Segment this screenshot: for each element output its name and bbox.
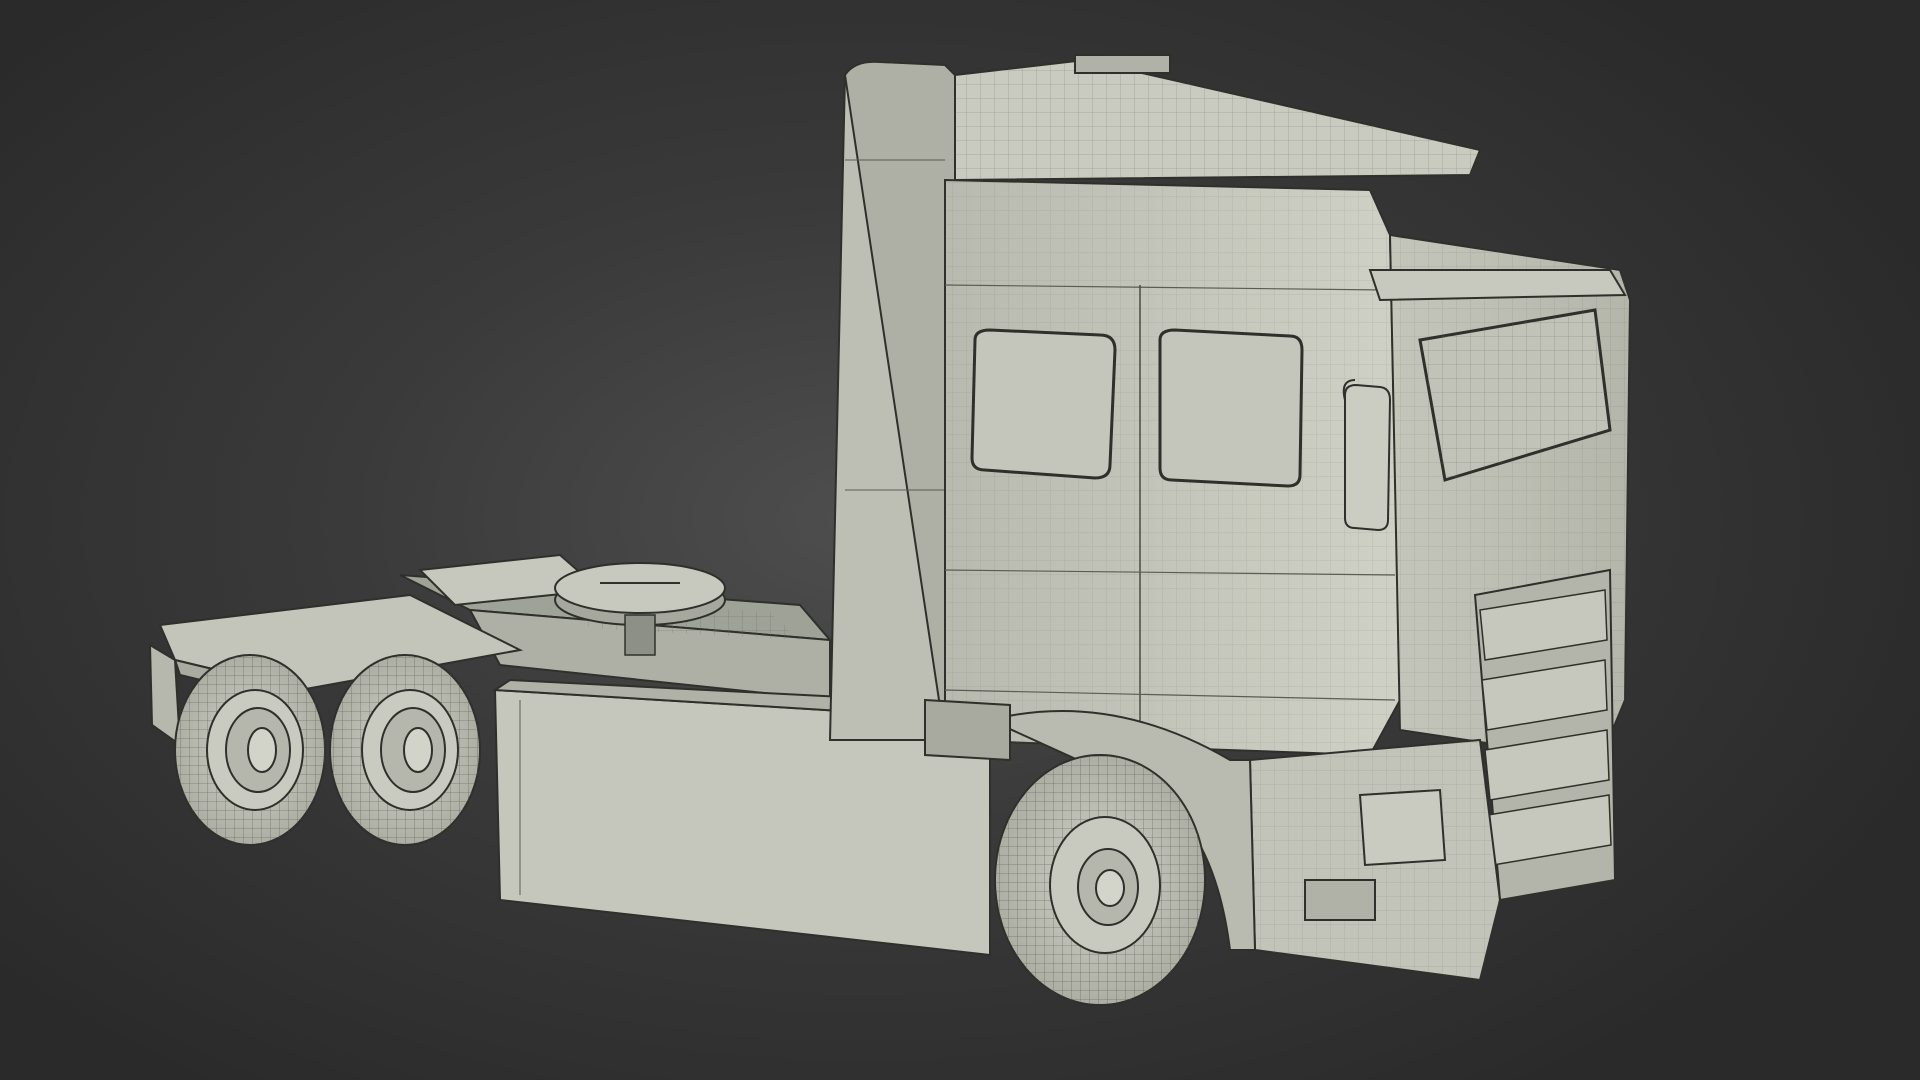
roof-spoiler	[954, 54, 1482, 182]
front-tire	[994, 754, 1206, 1006]
truck-model-render	[148, 54, 1632, 1006]
rear-tire-left	[174, 654, 326, 846]
cab-rear-wall	[828, 60, 961, 741]
front-grille	[1473, 568, 1617, 902]
cab-step	[924, 698, 1011, 762]
side-window-rear	[970, 328, 1117, 480]
render-viewport	[0, 0, 1920, 1080]
side-mirror	[1342, 379, 1392, 532]
rear-tire-right	[329, 654, 481, 846]
headlight	[1358, 788, 1447, 867]
sun-visor	[1368, 269, 1627, 302]
side-window-door	[1158, 328, 1304, 488]
